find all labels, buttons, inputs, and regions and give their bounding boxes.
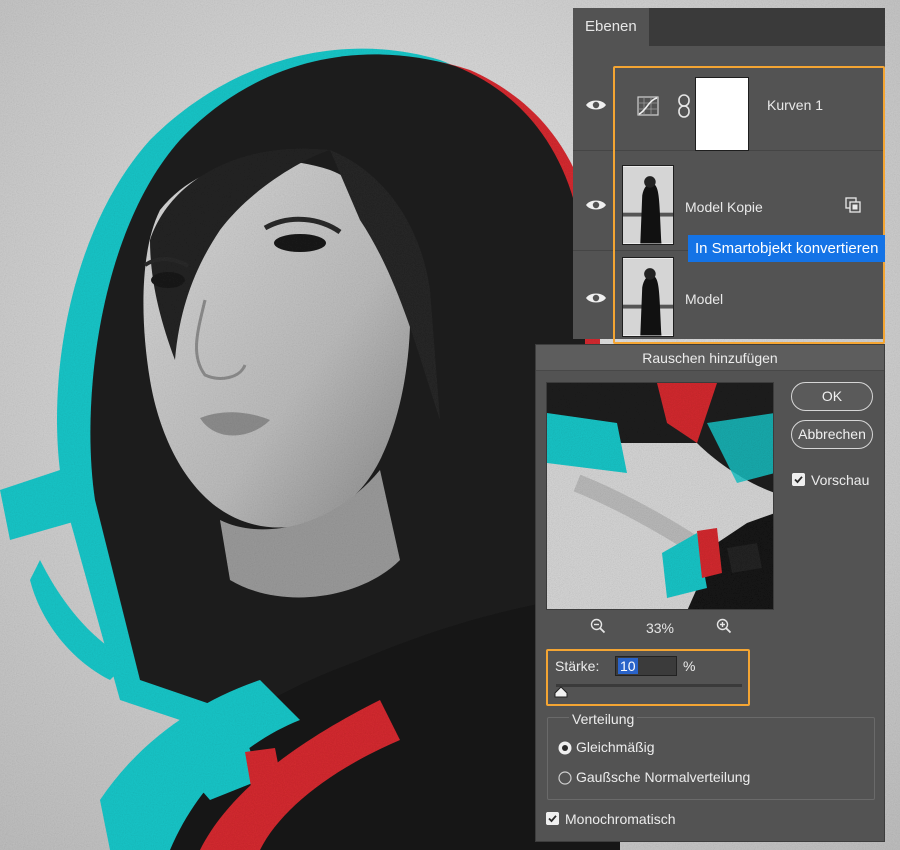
amount-value[interactable]: 10 (618, 658, 638, 674)
amount-slider[interactable] (556, 684, 742, 687)
distribution-title: Verteilung (569, 711, 638, 727)
ok-button[interactable]: OK (791, 382, 873, 411)
preview-checkbox-label[interactable]: Vorschau (811, 472, 869, 488)
amount-unit: % (683, 658, 696, 674)
dialog-title[interactable]: Rauschen hinzufügen (536, 345, 884, 371)
checkbox-icon[interactable] (546, 812, 559, 825)
preview-image (547, 383, 773, 609)
tooltip: In Smartobjekt konvertieren (688, 235, 886, 262)
monochrome-checkbox-label[interactable]: Monochromatisch (565, 811, 676, 827)
add-noise-dialog: Rauschen hinzufügen OK Abbrechen Vorscha… (535, 344, 885, 842)
tab-ebenen[interactable]: Ebenen (573, 8, 649, 46)
amount-label: Stärke: (555, 658, 600, 674)
slider-thumb-icon[interactable] (554, 686, 568, 698)
filter-preview[interactable] (546, 382, 774, 610)
cancel-button[interactable]: Abbrechen (791, 420, 873, 449)
checkbox-icon[interactable] (792, 473, 805, 486)
radio-icon[interactable] (558, 741, 572, 755)
layers-tab-bar: Ebenen (573, 8, 885, 46)
radio-gaussian-label[interactable]: Gaußsche Normalverteilung (576, 769, 750, 785)
eye-icon[interactable] (585, 98, 607, 112)
eye-icon[interactable] (585, 198, 607, 212)
zoom-level: 33% (645, 620, 675, 636)
eye-icon[interactable] (585, 291, 607, 305)
radio-uniform-label[interactable]: Gleichmäßig (576, 739, 655, 755)
layers-highlight-frame (613, 66, 885, 344)
zoom-out-icon[interactable] (590, 618, 606, 634)
zoom-in-icon[interactable] (716, 618, 732, 634)
amount-input[interactable]: 10 (615, 656, 677, 676)
distribution-group (547, 717, 875, 800)
layers-panel: Ebenen Kurven 1 Model Kopie Model (573, 8, 885, 344)
radio-icon[interactable] (558, 771, 572, 785)
